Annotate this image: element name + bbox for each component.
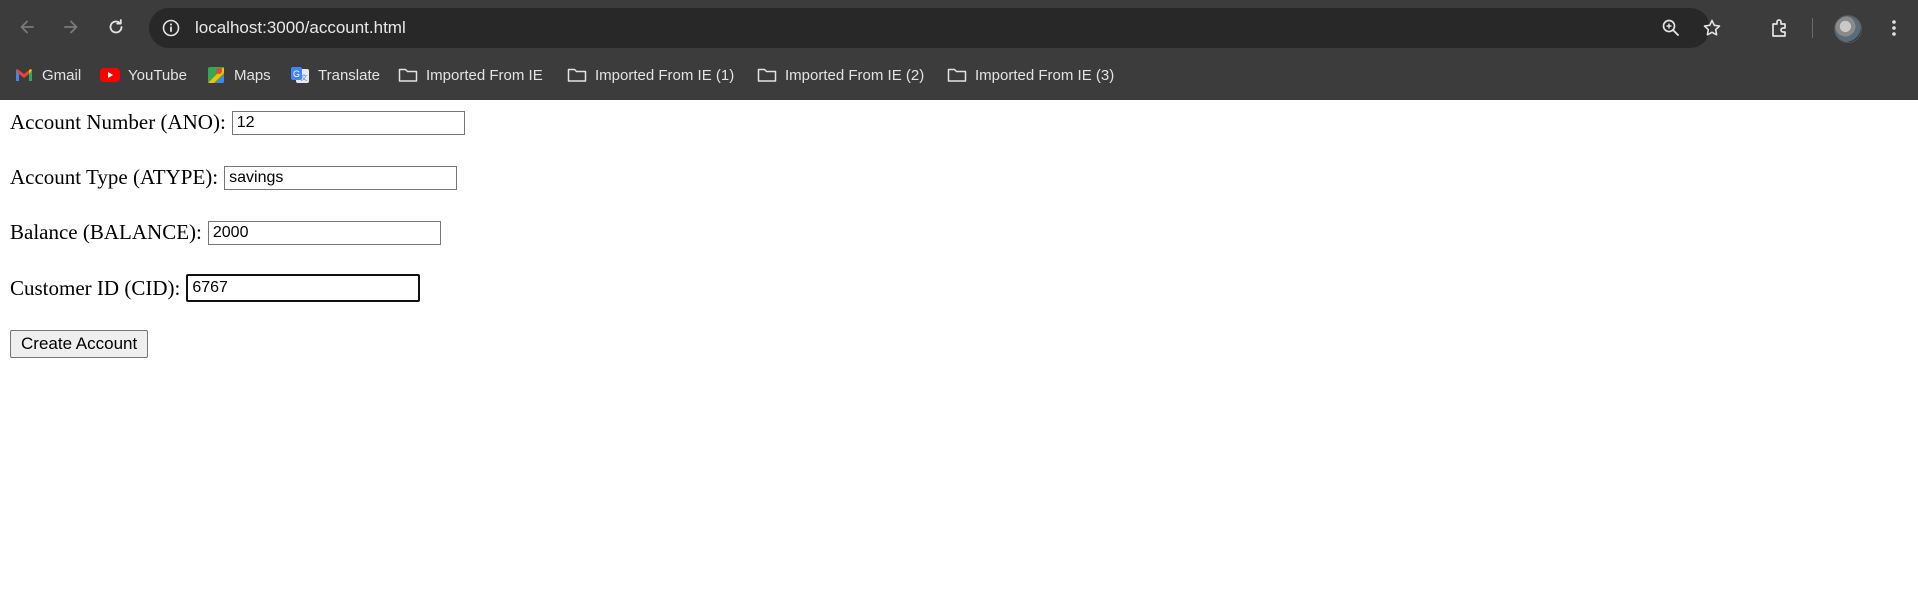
bookmark-youtube[interactable]: YouTube bbox=[100, 64, 187, 86]
bookmark-label: Imported From IE bbox=[426, 66, 543, 84]
svg-text:文: 文 bbox=[301, 73, 308, 82]
folder-icon bbox=[947, 66, 967, 84]
bookmark-label: YouTube bbox=[128, 66, 187, 84]
bookmark-label: Imported From IE (3) bbox=[975, 66, 1115, 84]
toolbar-divider bbox=[1812, 18, 1813, 38]
create-account-button[interactable]: Create Account bbox=[10, 330, 149, 358]
bookmarks-bar: Gmail YouTube Maps G 文 Translate Importe… bbox=[0, 60, 1918, 90]
cid-row: Customer ID (CID): bbox=[10, 274, 421, 302]
reload-icon bbox=[109, 19, 123, 34]
bookmark-label: Gmail bbox=[42, 66, 82, 84]
star-icon[interactable] bbox=[1702, 18, 1722, 38]
atype-input[interactable] bbox=[224, 165, 458, 190]
cid-label: Customer ID (CID): bbox=[10, 275, 181, 300]
kebab-menu-icon bbox=[1892, 20, 1896, 36]
svg-text:G: G bbox=[293, 69, 300, 79]
site-info-icon[interactable] bbox=[161, 18, 181, 38]
gmail-icon bbox=[14, 66, 34, 84]
back-button[interactable] bbox=[14, 14, 40, 40]
translate-icon: G 文 bbox=[290, 66, 310, 84]
reload-button[interactable] bbox=[103, 14, 129, 40]
bookmark-label: Imported From IE (2) bbox=[785, 66, 925, 84]
url-text[interactable]: localhost:3000/account.html bbox=[195, 18, 406, 38]
bookmark-gmail[interactable]: Gmail bbox=[14, 64, 81, 86]
folder-icon bbox=[398, 66, 418, 84]
bookmark-label: Imported From IE (1) bbox=[595, 66, 735, 84]
cid-input[interactable] bbox=[186, 274, 421, 302]
menu-button[interactable] bbox=[1880, 14, 1908, 42]
balance-row: Balance (BALANCE): bbox=[10, 220, 441, 245]
bookmark-label: Translate bbox=[318, 66, 380, 84]
extensions-button[interactable] bbox=[1766, 14, 1794, 42]
puzzle-icon bbox=[1772, 19, 1786, 37]
address-bar[interactable]: localhost:3000/account.html bbox=[149, 8, 1721, 48]
atype-row: Account Type (ATYPE): bbox=[10, 165, 458, 190]
forward-button[interactable] bbox=[58, 14, 84, 40]
bookmark-translate[interactable]: G 文 Translate bbox=[290, 64, 380, 86]
browser-chrome: localhost:3000/account.html Gmail YouTub… bbox=[0, 0, 1918, 100]
ano-row: Account Number (ANO): bbox=[10, 110, 465, 135]
atype-label: Account Type (ATYPE): bbox=[10, 165, 219, 189]
bookmark-imported-ie[interactable]: Imported From IE bbox=[398, 64, 543, 86]
ano-input[interactable] bbox=[231, 110, 465, 135]
arrow-left-icon bbox=[20, 20, 34, 34]
bookmark-maps[interactable]: Maps bbox=[206, 64, 271, 86]
profile-avatar[interactable] bbox=[1834, 15, 1862, 43]
folder-icon bbox=[757, 66, 777, 84]
bookmark-label: Maps bbox=[234, 66, 271, 84]
bookmark-imported-ie-3[interactable]: Imported From IE (3) bbox=[947, 64, 1114, 86]
bookmark-imported-ie-1[interactable]: Imported From IE (1) bbox=[567, 64, 734, 86]
ano-label: Account Number (ANO): bbox=[10, 110, 226, 134]
zoom-icon[interactable] bbox=[1661, 18, 1681, 38]
arrow-right-icon bbox=[64, 20, 78, 34]
youtube-icon bbox=[100, 66, 120, 84]
balance-label: Balance (BALANCE): bbox=[10, 220, 202, 244]
page-content: Account Number (ANO): Account Type (ATYP… bbox=[0, 100, 1918, 614]
folder-icon bbox=[567, 66, 587, 84]
bookmark-imported-ie-2[interactable]: Imported From IE (2) bbox=[757, 64, 924, 86]
maps-icon bbox=[206, 66, 226, 84]
browser-toolbar: localhost:3000/account.html bbox=[0, 0, 1918, 56]
balance-input[interactable] bbox=[207, 220, 441, 245]
